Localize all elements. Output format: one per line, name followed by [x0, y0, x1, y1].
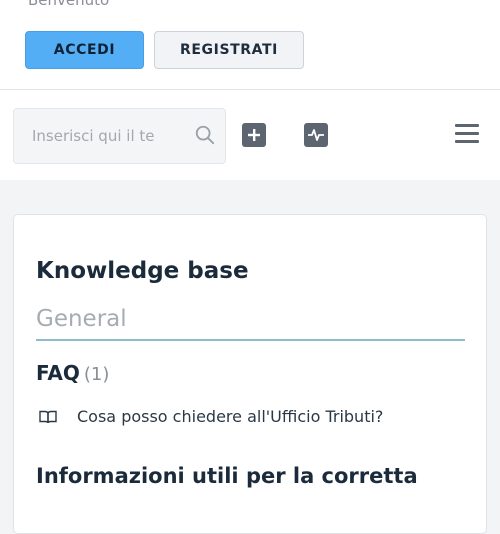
faq-title: FAQ [36, 361, 80, 385]
knowledge-base-title: Knowledge base [36, 258, 249, 284]
menu-icon[interactable] [455, 124, 479, 144]
top-bar: Benvenuto ACCEDI REGISTRATI [0, 0, 500, 90]
section-title[interactable]: Informazioni utili per la corretta [36, 464, 418, 488]
faq-item[interactable]: Cosa posso chiedere all'Ufficio Tributi? [39, 407, 383, 426]
search-box [13, 108, 226, 164]
faq-heading: FAQ (1) [36, 361, 109, 385]
subtitle-underline [36, 339, 465, 341]
toolbar [0, 90, 500, 180]
search-icon[interactable] [194, 124, 216, 146]
welcome-text: Benvenuto [28, 0, 110, 9]
activity-icon[interactable] [304, 123, 328, 147]
book-icon [39, 410, 57, 423]
login-button[interactable]: ACCEDI [25, 31, 144, 69]
knowledge-base-subtitle: General [36, 306, 127, 332]
register-button[interactable]: REGISTRATI [154, 31, 304, 69]
search-input[interactable] [14, 109, 179, 163]
faq-item-label: Cosa posso chiedere all'Ufficio Tributi? [77, 407, 384, 426]
knowledge-base-card: Knowledge base General FAQ (1) Cosa posso… [13, 214, 487, 534]
faq-count: (1) [83, 364, 110, 385]
add-icon[interactable] [242, 123, 266, 147]
